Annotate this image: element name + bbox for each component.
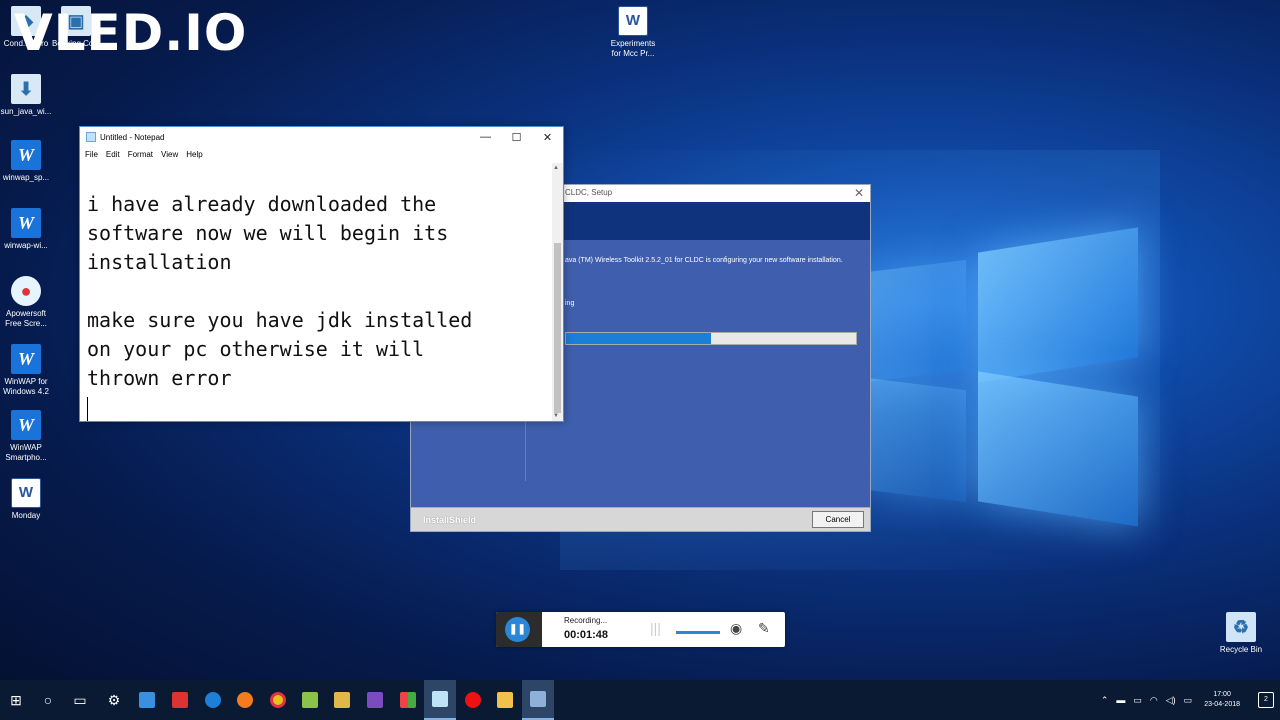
setup-message: ava (TM) Wireless Toolkit 2.5.2_01 for C…: [565, 257, 843, 264]
webcam-icon[interactable]: ◉: [730, 620, 742, 637]
recorder-icon: ●: [11, 276, 41, 306]
clock-date: 23-04-2018: [1204, 701, 1240, 708]
desktop-icon-monday[interactable]: W Monday: [0, 478, 54, 521]
desktop-icon-winwap-sp[interactable]: W winwap_sp...: [0, 140, 54, 183]
taskbar-app-icon[interactable]: [131, 680, 163, 720]
chrome-icon[interactable]: [262, 680, 294, 720]
network-icon[interactable]: ▬: [1116, 695, 1125, 705]
word-doc-icon: W: [618, 6, 648, 36]
desktop-icon-winwap-wi[interactable]: W winwap-wi...: [0, 208, 54, 251]
recorder-widget[interactable]: ❚❚ Recording... 00:01:48 ||| ◉ ✎: [496, 612, 785, 647]
notepad-icon: [86, 132, 96, 142]
close-icon[interactable]: ✕: [532, 131, 563, 144]
taskbar-app-icon[interactable]: [392, 680, 424, 720]
recording-label: Recording...: [564, 616, 608, 625]
desktop-icon-winwap-windows[interactable]: W WinWAP for Windows 4.2: [0, 344, 54, 397]
clock[interactable]: 17:00 23-04-2018: [1204, 690, 1240, 710]
desktop-icon-label: Experiments for Mcc Pr...: [610, 39, 656, 58]
start-button[interactable]: ⊞: [0, 680, 32, 720]
desktop-icon-experiments[interactable]: W Experiments for Mcc Pr...: [605, 6, 661, 59]
menu-file[interactable]: File: [85, 150, 98, 159]
desktop-icon-sun-java[interactable]: ⬇ sun_java_wi...: [0, 74, 54, 117]
setup-title: CLDC, Setup: [565, 188, 613, 197]
notepad-window[interactable]: Untitled - Notepad — ☐ ✕ File Edit Forma…: [79, 126, 564, 422]
wifi-icon[interactable]: ◠: [1150, 695, 1158, 706]
notification-center-icon[interactable]: 2: [1258, 692, 1274, 708]
edge-icon[interactable]: [197, 680, 229, 720]
file-explorer-icon[interactable]: [489, 680, 521, 720]
desktop-icon-label: Recycle Bin: [1219, 645, 1263, 654]
recording-timer: 00:01:48: [564, 629, 609, 641]
taskbar-app-icon[interactable]: [326, 680, 358, 720]
desktop-icon-label: sun_java_wi...: [0, 107, 52, 116]
menu-help[interactable]: Help: [186, 150, 202, 159]
installer-icon: ⬇: [11, 74, 41, 104]
taskbar-app-icon[interactable]: [164, 680, 196, 720]
notepad-taskbar-icon[interactable]: [424, 680, 456, 720]
menu-edit[interactable]: Edit: [106, 150, 120, 159]
notepad-text-area[interactable]: i have already downloaded the software n…: [80, 163, 553, 421]
notepad-content: i have already downloaded the software n…: [87, 192, 473, 390]
notepad-menubar: File Edit Format View Help: [80, 147, 563, 161]
menu-format[interactable]: Format: [128, 150, 153, 159]
setup-taskbar-icon[interactable]: [522, 680, 554, 720]
system-tray: ⌃ ▬ ▭ ◠ ◁) ▭ 17:00 23-04-2018: [1101, 680, 1240, 720]
taskbar: ⊞ ○ ▭ ⚙ ⌃ ▬ ▭ ◠ ◁) ▭ 17:00 23-04-2018 2: [0, 680, 1280, 720]
volume-icon[interactable]: ◁): [1166, 695, 1176, 706]
chevron-up-icon[interactable]: ⌃: [1101, 695, 1109, 706]
desktop-icon-winwap-smartphone[interactable]: W WinWAP Smartpho...: [0, 410, 54, 463]
close-icon[interactable]: ✕: [854, 186, 864, 200]
desktop-icon-label: WinWAP for Windows 4.2: [3, 377, 49, 396]
recycle-bin-icon: ♻: [1226, 612, 1256, 642]
notepadpp-icon[interactable]: [294, 680, 326, 720]
setup-progress-bar: [565, 332, 857, 345]
winwap-icon: W: [11, 410, 41, 440]
visual-studio-icon[interactable]: [359, 680, 391, 720]
desktop-icon-label: winwap-wi...: [4, 241, 48, 250]
vertical-scrollbar[interactable]: ▲ ▼: [552, 163, 563, 421]
language-icon[interactable]: ▭: [1184, 695, 1193, 706]
task-view-icon[interactable]: ▭: [64, 680, 96, 720]
notepad-title: Untitled - Notepad: [100, 132, 165, 142]
scroll-up-icon[interactable]: ▲: [553, 165, 559, 171]
scroll-down-icon[interactable]: ▼: [553, 413, 559, 419]
clock-time: 17:00: [1213, 691, 1231, 698]
search-icon[interactable]: ○: [32, 680, 64, 720]
pause-button[interactable]: ❚❚: [505, 617, 530, 642]
settings-icon[interactable]: ⚙: [98, 680, 130, 720]
opera-icon[interactable]: [457, 680, 489, 720]
menu-view[interactable]: View: [161, 150, 178, 159]
word-doc-icon: W: [11, 478, 41, 508]
setup-progress-fill: [566, 333, 711, 344]
text-caret: [87, 396, 88, 421]
pen-icon[interactable]: ✎: [758, 620, 770, 637]
desktop-icon-label: Apowersoft Free Scre...: [5, 309, 47, 328]
cancel-button[interactable]: Cancel: [812, 511, 864, 528]
notepad-titlebar[interactable]: Untitled - Notepad — ☐ ✕: [80, 127, 563, 147]
winwap-icon: W: [11, 208, 41, 238]
watermark-text: VLED.IO: [14, 4, 248, 62]
winwap-icon: W: [11, 344, 41, 374]
minimize-icon[interactable]: —: [470, 131, 501, 144]
setup-footer: InstallShield Cancel: [411, 507, 870, 531]
desktop-icon-label: Monday: [11, 511, 41, 520]
recorder-pause-area: ❚❚: [496, 612, 542, 647]
audio-level-icon: |||: [650, 620, 661, 636]
desktop-icon-apowersoft[interactable]: ● Apowersoft Free Scre...: [0, 276, 54, 329]
volume-slider[interactable]: [676, 631, 720, 634]
scrollbar-thumb[interactable]: [554, 243, 561, 413]
winwap-icon: W: [11, 140, 41, 170]
windows-logo-wallpaper: [866, 226, 1142, 527]
battery-icon[interactable]: ▭: [1133, 695, 1142, 706]
setup-status: ing: [565, 300, 575, 307]
desktop-icon-recycle-bin[interactable]: ♻ Recycle Bin: [1213, 612, 1269, 655]
desktop-icon-label: WinWAP Smartpho...: [5, 443, 47, 462]
firefox-icon[interactable]: [229, 680, 261, 720]
maximize-icon[interactable]: ☐: [501, 131, 532, 144]
installshield-brand: InstallShield: [423, 515, 477, 525]
desktop-icon-label: winwap_sp...: [2, 173, 50, 182]
